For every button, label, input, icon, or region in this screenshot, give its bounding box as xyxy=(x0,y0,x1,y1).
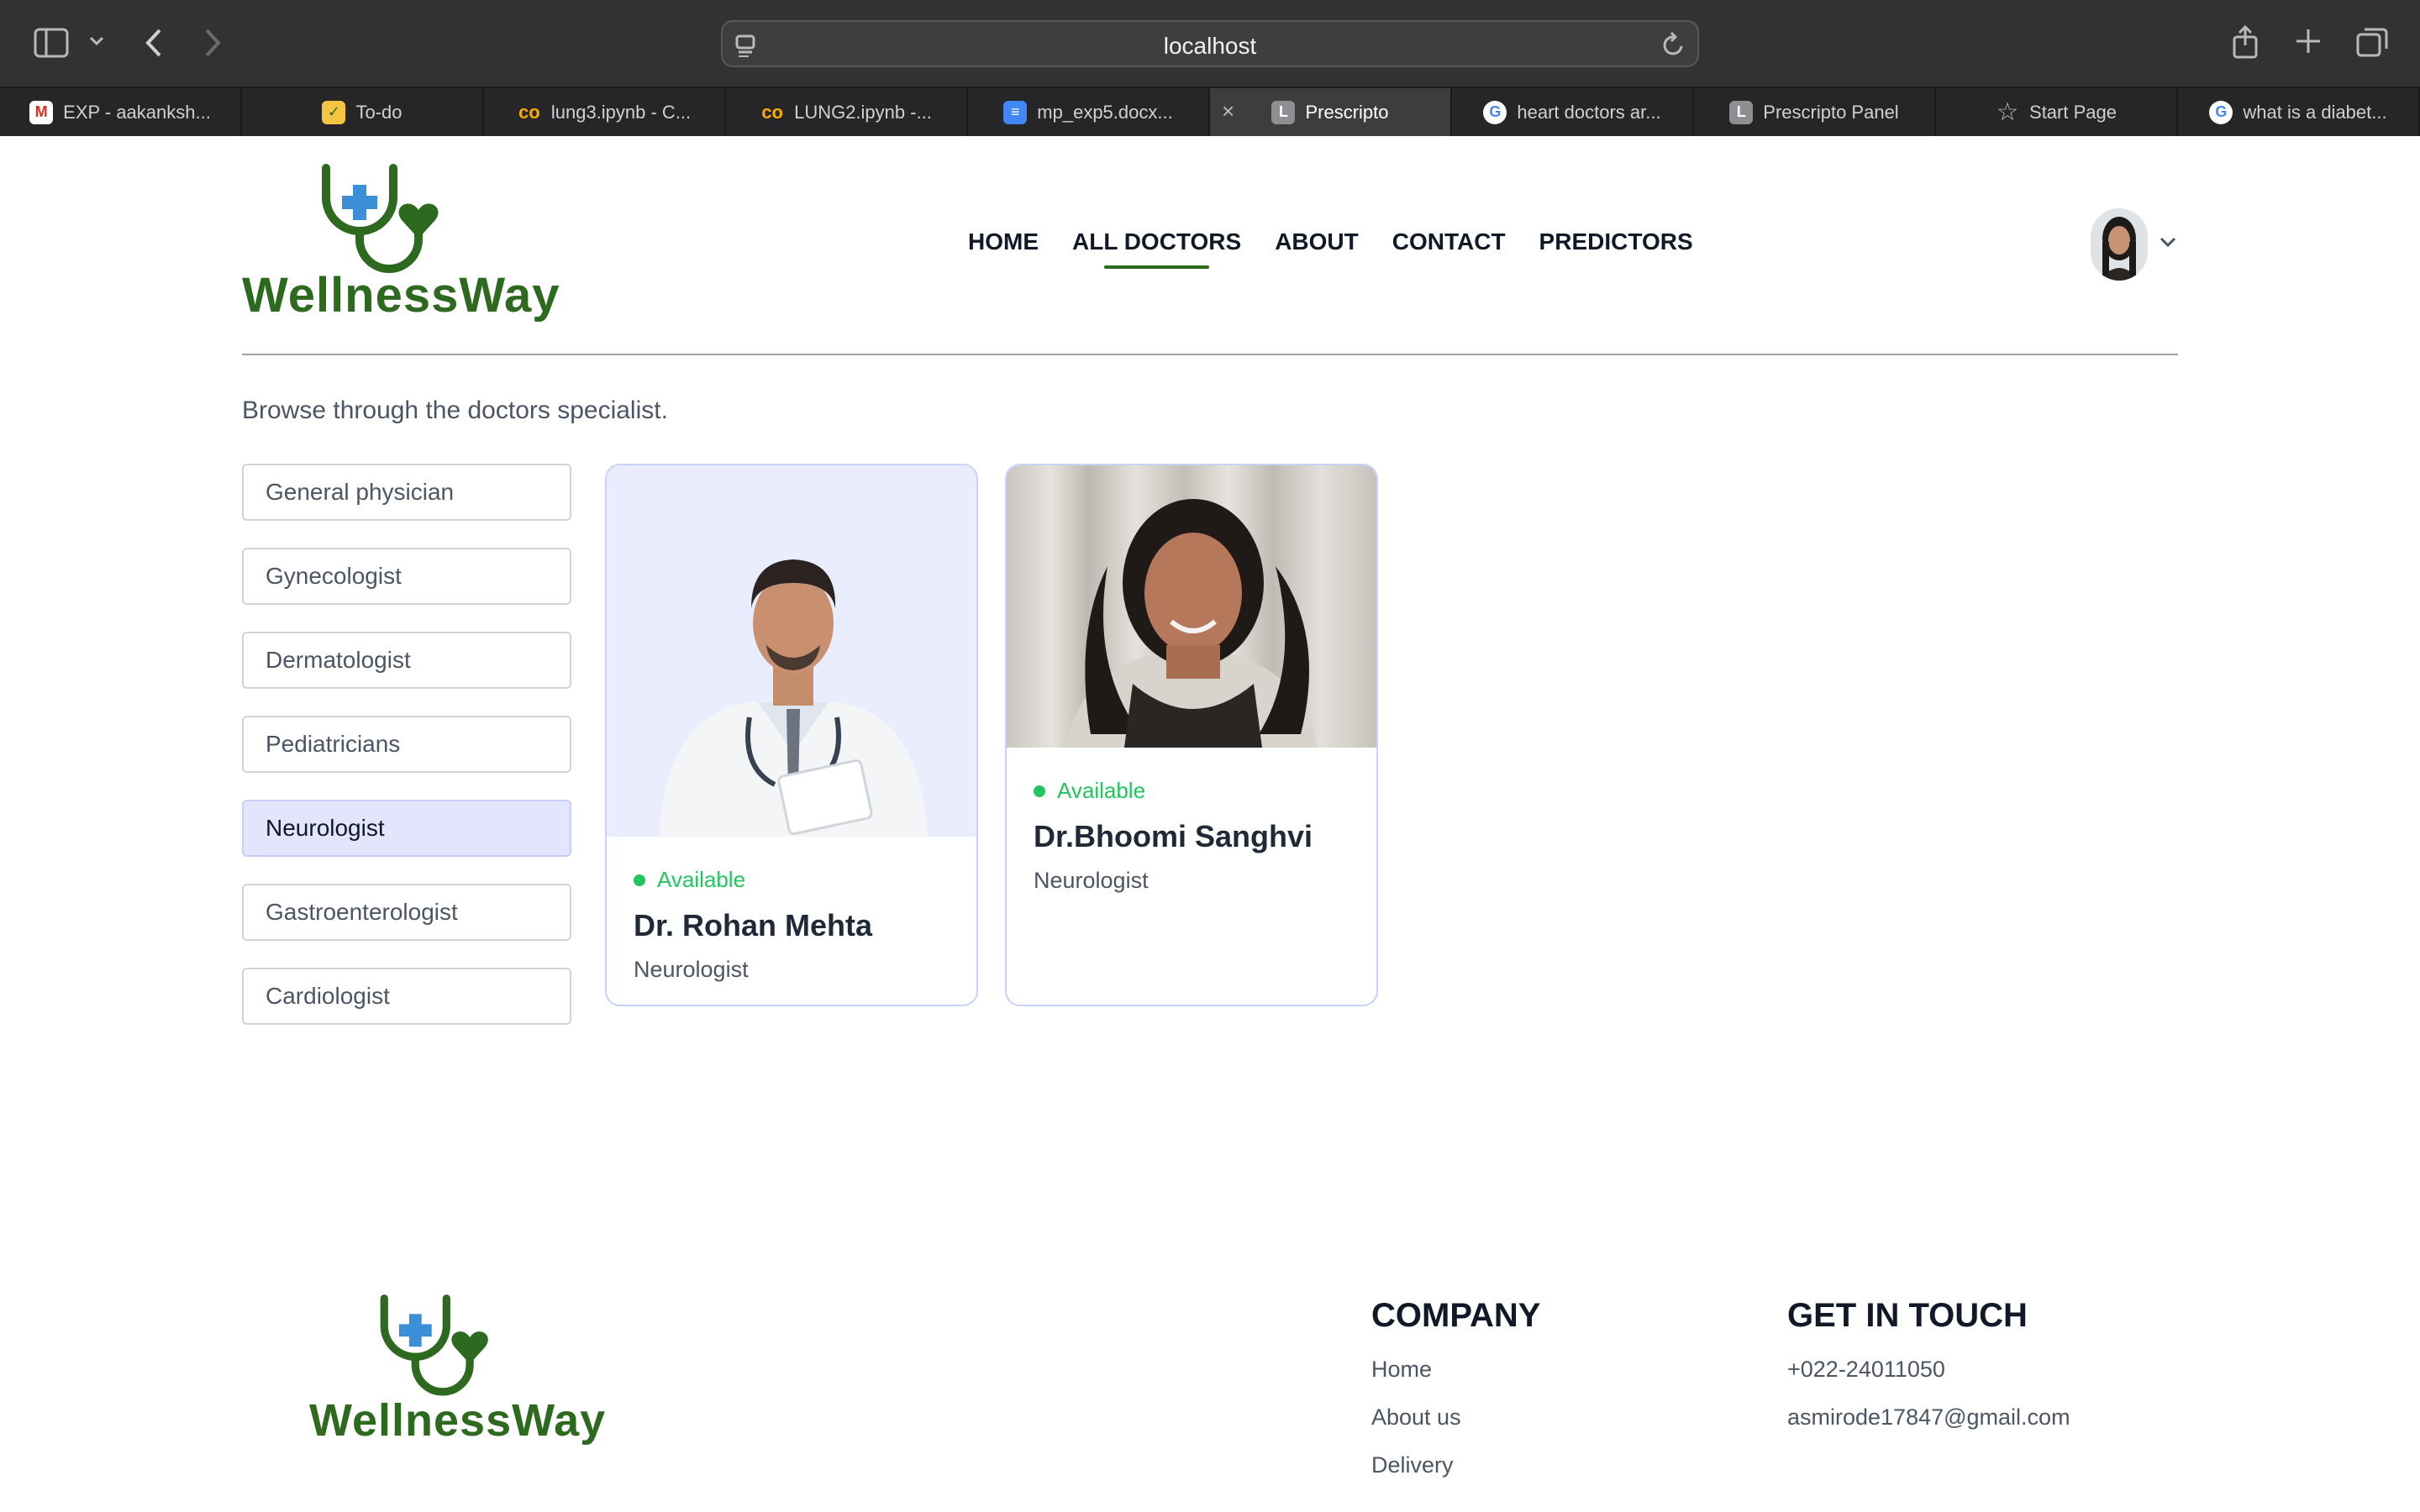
share-icon[interactable] xyxy=(2232,25,2259,59)
new-tab-icon[interactable] xyxy=(2294,27,2323,55)
stethoscope-logo-icon xyxy=(380,1294,488,1396)
tab-prescripto[interactable]: × L Prescripto xyxy=(1210,88,1452,136)
tab-todo[interactable]: ✓ To-do xyxy=(242,88,484,136)
tab-title: Prescripto xyxy=(1305,101,1389,123)
tab-title: mp_exp5.docx... xyxy=(1037,101,1173,123)
footer-link-delivery[interactable]: Delivery xyxy=(1371,1452,1540,1478)
filter-pediatricians[interactable]: Pediatricians xyxy=(242,716,571,773)
letter-l-icon: L xyxy=(1271,100,1296,124)
nav-all-doctors[interactable]: ALL DOCTORS xyxy=(1072,228,1241,269)
tab-title: what is a diabet... xyxy=(2243,101,2387,123)
main-nav: HOME ALL DOCTORS ABOUT CONTACT PREDICTOR… xyxy=(968,228,1693,269)
address-bar[interactable]: localhost xyxy=(721,20,1699,67)
doctor-photo xyxy=(1007,465,1376,748)
tab-diabetes[interactable]: Gwhat is a diabet... xyxy=(2178,88,2420,136)
back-icon[interactable] xyxy=(143,27,165,59)
nav-contact[interactable]: CONTACT xyxy=(1392,228,1506,255)
tab-title: Start Page xyxy=(2029,101,2117,123)
doctor-name: Dr. Rohan Mehta xyxy=(634,908,873,942)
google-icon: G xyxy=(1483,100,1507,124)
gmail-icon: M xyxy=(29,100,54,124)
tab-gmail[interactable]: M EXP - aakanksh... xyxy=(0,88,242,136)
close-tab-icon[interactable]: × xyxy=(1222,98,1234,124)
footer-company: COMPANY Home About us Delivery xyxy=(1371,1297,1540,1478)
docs-icon: ≡ xyxy=(1003,100,1028,124)
url-text[interactable]: localhost xyxy=(723,33,1697,60)
tab-title: EXP - aakanksh... xyxy=(63,101,211,123)
availability-badge: Available xyxy=(1034,778,1360,804)
tab-overview-icon[interactable] xyxy=(2356,27,2388,57)
sidebar-toggle-icon[interactable] xyxy=(34,27,69,59)
footer-contact-heading: GET IN TOUCH xyxy=(1787,1297,2028,1334)
footer-email[interactable]: asmirode17847@gmail.com xyxy=(1787,1404,2070,1431)
forward-icon[interactable] xyxy=(202,27,224,59)
availability-text: Available xyxy=(1057,778,1146,803)
tab-title: To-do xyxy=(355,101,402,123)
doctor-card[interactable]: Available Dr. Rohan Mehta Neurologist xyxy=(605,464,978,1006)
footer-link-about[interactable]: About us xyxy=(1371,1404,1540,1431)
available-dot-icon xyxy=(1034,785,1045,797)
available-dot-icon xyxy=(634,874,645,886)
filter-gastroenterologist[interactable]: Gastroenterologist xyxy=(242,884,571,941)
availability-badge: Available xyxy=(634,867,960,893)
colab-icon: co xyxy=(518,101,540,123)
chevron-down-icon[interactable] xyxy=(87,32,106,50)
nav-predictors[interactable]: PREDICTORS xyxy=(1539,228,1693,255)
reload-icon[interactable] xyxy=(1662,31,1686,61)
tab-mp-exp5[interactable]: ≡ mp_exp5.docx... xyxy=(968,88,1210,136)
doctor-info: Available Dr.Bhoomi Sanghvi Neurologist xyxy=(1034,778,1360,894)
tab-title: LUNG2.ipynb -... xyxy=(794,101,932,123)
availability-text: Available xyxy=(657,867,746,892)
logo-text: WellnessWay xyxy=(242,268,560,323)
nav-home[interactable]: HOME xyxy=(968,228,1039,255)
speciality-filter-list: General physician Gynecologist Dermatolo… xyxy=(242,464,571,1052)
footer-contact: GET IN TOUCH +022-24011050 asmirode17847… xyxy=(1787,1297,2070,1431)
site-logo[interactable]: WellnessWay xyxy=(242,160,559,328)
filter-dermatologist[interactable]: Dermatologist xyxy=(242,632,571,689)
page-subtitle: Browse through the doctors specialist. xyxy=(242,396,668,424)
header-divider xyxy=(242,354,2178,355)
todo-icon: ✓ xyxy=(322,100,346,124)
doctor-speciality: Neurologist xyxy=(634,957,749,982)
tab-title: heart doctors ar... xyxy=(1517,101,1661,123)
nav-about[interactable]: ABOUT xyxy=(1275,228,1359,255)
tab-lung3[interactable]: co lung3.ipynb - C... xyxy=(484,88,726,136)
tab-start-page[interactable]: ☆ Start Page xyxy=(1936,88,2178,136)
browser-toolbar: localhost xyxy=(0,0,2420,87)
footer-link-home[interactable]: Home xyxy=(1371,1357,1540,1383)
filter-neurologist[interactable]: Neurologist xyxy=(242,800,571,857)
profile-dropdown-chevron-icon[interactable] xyxy=(2158,232,2178,256)
footer-logo-text: WellnessWay xyxy=(309,1395,607,1446)
tab-title: lung3.ipynb - C... xyxy=(550,101,692,123)
tab-bar: M EXP - aakanksh... ✓ To-do co lung3.ipynb … xyxy=(0,87,2420,136)
filter-gynecologist[interactable]: Gynecologist xyxy=(242,548,571,605)
doctor-speciality: Neurologist xyxy=(1034,868,1149,893)
doctor-info: Available Dr. Rohan Mehta Neurologist xyxy=(634,867,960,983)
letter-l-icon: L xyxy=(1729,100,1754,124)
footer-logo[interactable]: WellnessWay xyxy=(309,1290,605,1458)
star-icon: ☆ xyxy=(1996,98,2019,126)
tab-lung2[interactable]: co LUNG2.ipynb -... xyxy=(726,88,968,136)
google-icon: G xyxy=(2209,100,2233,124)
tab-title: Prescripto Panel xyxy=(1763,101,1899,123)
filter-cardiologist[interactable]: Cardiologist xyxy=(242,968,571,1025)
avatar[interactable] xyxy=(2091,208,2148,281)
tab-heart-doctors[interactable]: Gheart doctors ar... xyxy=(1452,88,1694,136)
footer-company-heading: COMPANY xyxy=(1371,1297,1541,1334)
colab-icon: co xyxy=(761,101,783,123)
filter-general-physician[interactable]: General physician xyxy=(242,464,571,521)
footer-phone: +022-24011050 xyxy=(1787,1357,1945,1382)
doctor-card[interactable]: Available Dr.Bhoomi Sanghvi Neurologist xyxy=(1005,464,1378,1006)
doctor-photo xyxy=(607,465,976,837)
tab-prescripto-panel[interactable]: L Prescripto Panel xyxy=(1694,88,1936,136)
doctor-name: Dr.Bhoomi Sanghvi xyxy=(1034,819,1313,853)
